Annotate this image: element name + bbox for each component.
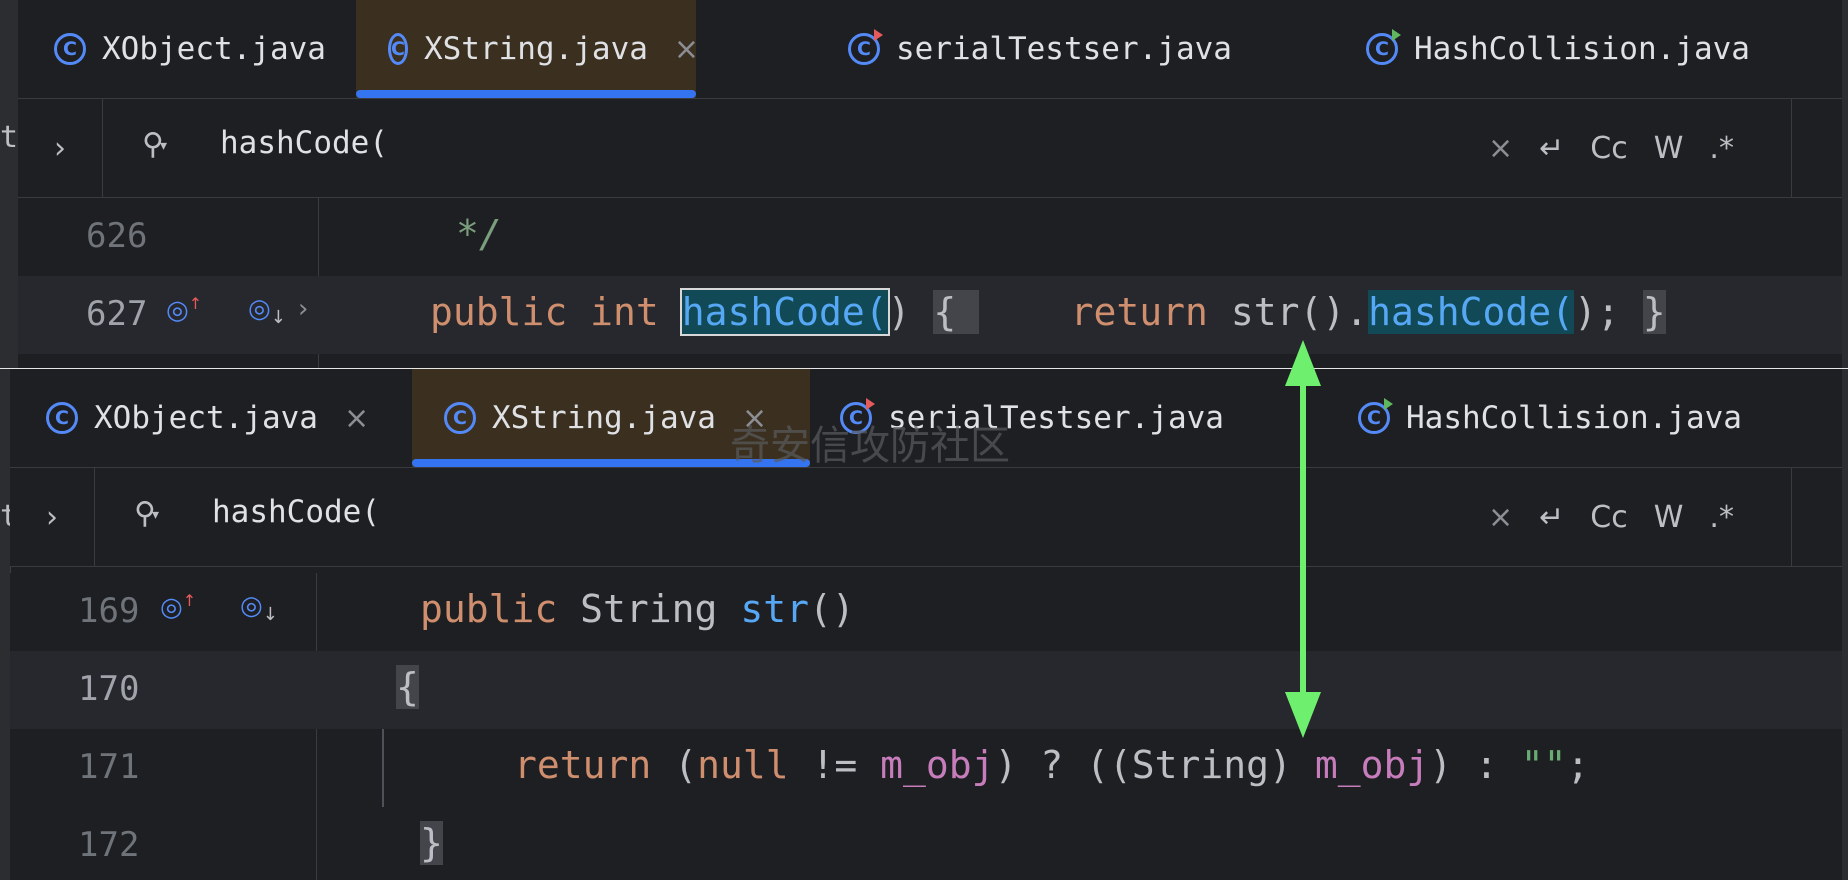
- annotation-arrow: [1285, 340, 1321, 738]
- arrow-head-down: [1285, 692, 1321, 738]
- arrow-head-up: [1285, 340, 1321, 386]
